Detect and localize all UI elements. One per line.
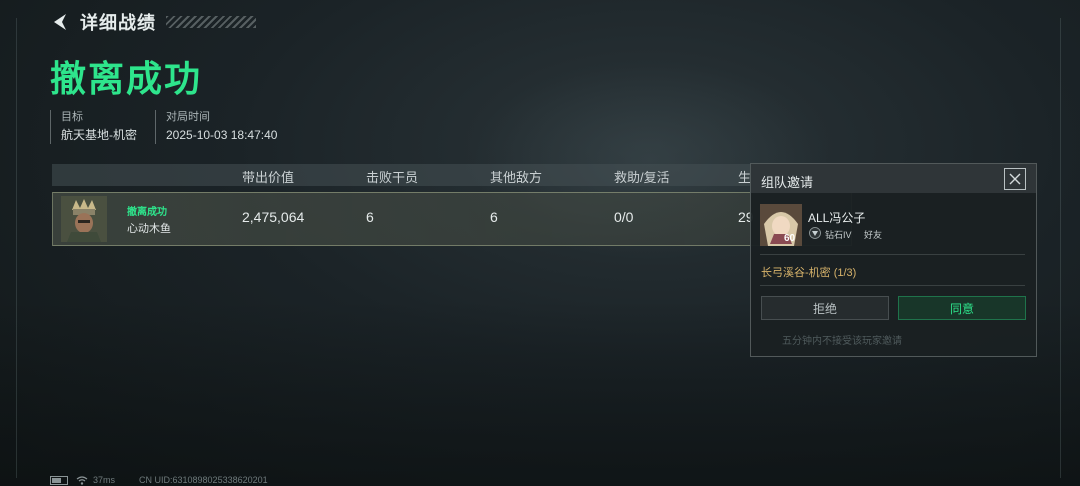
- table-row[interactable]: 撤离成功 心动木鱼 2,475,064 6 6 0/0 29: [52, 192, 852, 246]
- close-icon: [1009, 173, 1021, 185]
- top-bar: 详细战绩: [50, 10, 256, 34]
- divider: [760, 254, 1025, 255]
- time-value: 2025-10-03 18:47:40: [166, 128, 278, 142]
- target-block: 目标 航天基地-机密: [50, 110, 137, 144]
- player-name: 心动木鱼: [127, 223, 171, 235]
- title-decoration: [166, 16, 256, 28]
- frame-line-left: [16, 18, 17, 478]
- table-header: 带出价值 击败干员 其他敌方 救助/复活 生: [52, 164, 852, 186]
- assist-cell: 0/0: [614, 209, 634, 225]
- ping-text: 37ms: [93, 475, 116, 485]
- kills-cell: 6: [366, 209, 374, 225]
- inviter-level: 60: [784, 233, 796, 244]
- wifi-icon: [76, 475, 88, 485]
- player-avatar: [61, 196, 107, 242]
- header-kills: 击败干员: [366, 170, 419, 185]
- target-value: 航天基地-机密: [61, 128, 137, 142]
- match-meta: 目标 航天基地-机密 对局时间 2025-10-03 18:47:40: [50, 110, 295, 144]
- invite-title: 组队邀请: [761, 175, 814, 190]
- header-assist: 救助/复活: [614, 170, 670, 185]
- uid-text: CN UID:6310898025338620201: [139, 475, 268, 485]
- other-cell: 6: [490, 209, 498, 225]
- inviter-rank: 钻石IV: [825, 230, 852, 240]
- invite-header: 组队邀请: [751, 164, 1036, 193]
- inviter-name: ALL冯公子: [808, 211, 866, 225]
- stats-table: 带出价值 击败干员 其他敌方 救助/复活 生 撤离成功 心动木鱼 2,475,0…: [52, 164, 852, 246]
- relation-label: 好友: [864, 230, 883, 240]
- target-label: 目标: [61, 111, 83, 123]
- reject-button[interactable]: 拒绝: [761, 296, 889, 320]
- back-arrow-icon[interactable]: [50, 12, 70, 32]
- header-other: 其他敌方: [490, 170, 543, 185]
- battery-icon: [50, 475, 68, 485]
- page-title: 详细战绩: [80, 13, 156, 33]
- close-button[interactable]: [1004, 168, 1026, 190]
- diamond-rank-icon: [809, 227, 821, 239]
- status-footer: 37ms CN UID:6310898025338620201: [50, 475, 268, 485]
- accept-button[interactable]: 同意: [898, 296, 1026, 320]
- team-invite-dialog: 组队邀请 60 ALL冯公子 钻石IV 好友 长弓溪谷-机密 (1/3) 拒绝 …: [750, 163, 1037, 357]
- decline-hint[interactable]: 五分钟内不接受该玩家邀请: [782, 332, 902, 347]
- value-cell: 2,475,064: [242, 209, 305, 225]
- header-value: 带出价值: [242, 170, 295, 185]
- invite-mode: 长弓溪谷-机密 (1/3): [761, 267, 857, 279]
- divider: [760, 285, 1025, 286]
- inviter-avatar: [760, 204, 802, 246]
- frame-line-right: [1060, 18, 1061, 478]
- time-label: 对局时间: [166, 111, 210, 123]
- result-title: 撤离成功: [50, 58, 203, 99]
- time-block: 对局时间 2025-10-03 18:47:40: [155, 110, 277, 144]
- row-status: 撤离成功: [127, 207, 167, 218]
